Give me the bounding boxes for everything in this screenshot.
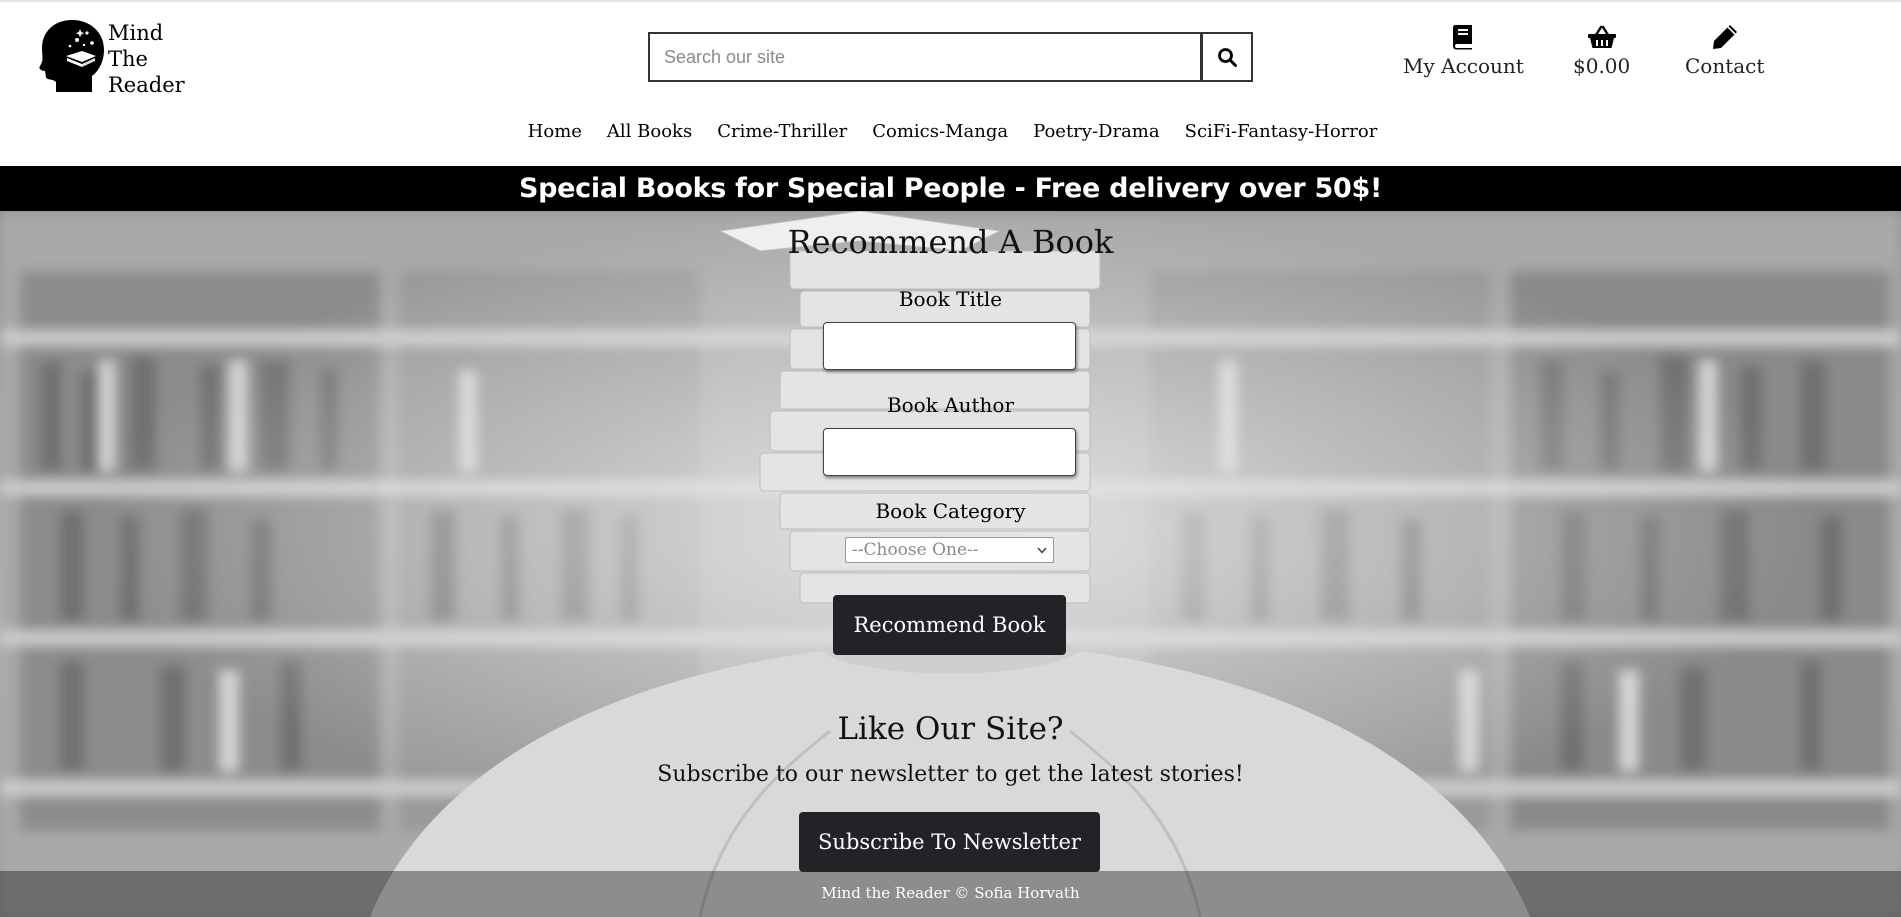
book-title-label: Book Title	[898, 287, 1003, 311]
search-input[interactable]	[648, 32, 1201, 82]
book-category-selected: --Choose One--	[852, 540, 979, 560]
hero-section: Recommend A Book Book Title Book Author …	[0, 211, 1901, 917]
nav-item-scifi-fantasy-horror[interactable]: SciFi-Fantasy-Horror	[1181, 121, 1378, 142]
nav-item-comics-manga[interactable]: Comics-Manga	[868, 121, 1008, 142]
nav-item-home[interactable]: Home	[524, 121, 582, 142]
subscribe-button[interactable]: Subscribe To Newsletter	[799, 812, 1100, 872]
book-author-label: Book Author	[886, 393, 1015, 417]
contact-link[interactable]: Contact	[1685, 22, 1764, 78]
book-category-label: Book Category	[875, 499, 1026, 523]
search-icon	[1218, 48, 1237, 67]
promo-banner: Special Books for Special People - Free …	[0, 166, 1901, 211]
logo-line-3: Reader	[108, 73, 185, 97]
nav-item-poetry-drama[interactable]: Poetry-Drama	[1029, 121, 1160, 142]
basket-total: $0.00	[1573, 54, 1631, 78]
logo-line-2: The	[108, 47, 148, 71]
chevron-down-icon	[1037, 547, 1047, 554]
search-bar	[648, 32, 1253, 82]
newsletter-title: Like Our Site?	[837, 711, 1064, 747]
search-button[interactable]	[1201, 32, 1253, 82]
main-nav: Home All Books Crime-Thriller Comics-Man…	[0, 121, 1901, 142]
contact-label: Contact	[1685, 54, 1765, 78]
my-account-label: My Account	[1403, 54, 1524, 78]
logo-text: Mind The Reader	[108, 20, 185, 98]
nav-item-all-books[interactable]: All Books	[603, 121, 692, 142]
book-category-select[interactable]: --Choose One--	[845, 537, 1054, 563]
book-icon	[1453, 25, 1473, 50]
head-book-icon	[39, 20, 104, 92]
subscribe-button-label: Subscribe To Newsletter	[818, 830, 1081, 854]
footer-text: Mind the Reader © Sofia Horvath	[821, 884, 1080, 902]
site-header: Mind The Reader My Account	[0, 0, 1901, 166]
newsletter-text: Subscribe to our newsletter to get the l…	[657, 762, 1244, 787]
my-account-link[interactable]: My Account	[1403, 22, 1524, 78]
basket-link[interactable]: $0.00	[1573, 22, 1630, 78]
basket-icon	[1587, 25, 1616, 48]
book-author-input[interactable]	[823, 428, 1076, 476]
logo[interactable]: Mind The Reader	[36, 18, 185, 98]
recommend-title: Recommend A Book	[787, 223, 1114, 261]
recommend-book-button-label: Recommend Book	[853, 613, 1046, 637]
pencil-icon	[1712, 25, 1737, 49]
nav-item-crime-thriller[interactable]: Crime-Thriller	[713, 121, 847, 142]
logo-line-1: Mind	[108, 21, 164, 45]
recommend-book-button[interactable]: Recommend Book	[833, 595, 1066, 655]
promo-banner-text: Special Books for Special People - Free …	[519, 173, 1382, 204]
book-title-input[interactable]	[823, 322, 1076, 370]
